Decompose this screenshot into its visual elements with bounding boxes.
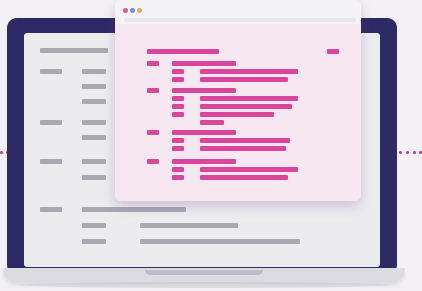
code-line	[200, 146, 286, 151]
window-minimize-icon	[130, 8, 135, 13]
code-line	[172, 175, 184, 180]
laptop-shadow	[20, 282, 390, 288]
connector-dot	[399, 151, 402, 154]
code-line	[172, 61, 236, 66]
connector-dot	[406, 151, 409, 154]
code-line	[327, 49, 339, 54]
screen-line	[40, 207, 62, 212]
code-line	[172, 96, 184, 101]
code-line	[147, 61, 159, 66]
code-line	[147, 130, 159, 135]
code-line	[147, 88, 159, 93]
screen-line	[40, 120, 62, 125]
screen-line	[82, 84, 106, 89]
screen-line	[140, 223, 238, 228]
connector-dot	[413, 151, 416, 154]
screen-line	[40, 69, 62, 74]
window-maximize-icon	[137, 8, 142, 13]
code-line	[200, 120, 224, 125]
code-line	[172, 112, 184, 117]
code-line	[172, 130, 236, 135]
code-line	[200, 77, 288, 82]
code-line	[200, 138, 290, 143]
screen-line	[82, 69, 106, 74]
screen-line	[82, 175, 106, 180]
code-line	[200, 175, 288, 180]
screen-line	[82, 99, 106, 104]
code-line	[172, 167, 184, 172]
screen-line	[40, 159, 62, 164]
code-line	[147, 49, 219, 54]
code-line	[172, 88, 236, 93]
code-line	[172, 69, 184, 74]
laptop-base-notch	[145, 270, 263, 275]
code-line	[147, 159, 159, 164]
screen-line	[82, 159, 106, 164]
code-window-address-bar	[124, 18, 356, 22]
screen-line	[82, 135, 106, 140]
code-line	[172, 138, 184, 143]
code-line	[172, 77, 184, 82]
code-line	[172, 146, 184, 151]
window-close-icon	[123, 8, 128, 13]
code-line	[172, 104, 184, 109]
screen-line	[82, 207, 186, 212]
connector-dot	[0, 151, 3, 154]
screen-line	[40, 48, 108, 53]
screen-line	[82, 223, 106, 228]
code-line	[172, 159, 236, 164]
code-line	[200, 167, 298, 172]
screen-line	[140, 239, 300, 244]
illustration	[0, 0, 422, 291]
code-line	[200, 112, 274, 117]
screen-line	[82, 120, 106, 125]
code-line	[200, 96, 298, 101]
code-line	[200, 69, 298, 74]
code-line	[200, 104, 292, 109]
screen-line	[82, 239, 106, 244]
